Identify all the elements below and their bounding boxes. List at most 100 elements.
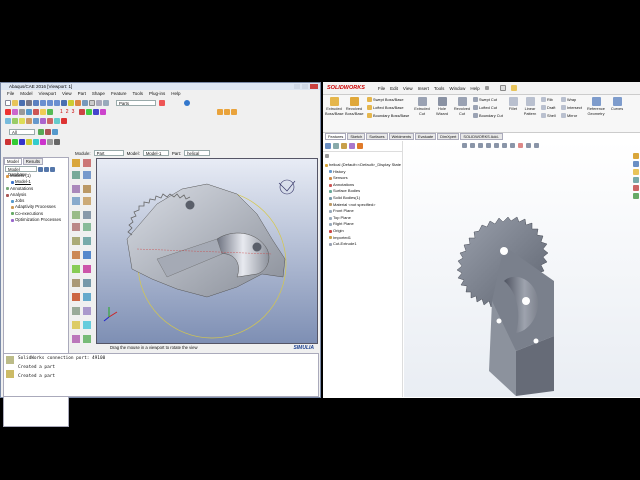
maximize-button[interactable]	[302, 84, 308, 89]
display-tab-icon[interactable]	[357, 143, 363, 149]
boundary-boss-button[interactable]: Boundary Boss/Base	[367, 113, 409, 118]
wrap-button[interactable]: Wrap	[561, 97, 576, 102]
select-icon[interactable]	[5, 108, 11, 115]
palette2-icon[interactable]	[224, 108, 231, 115]
tab-features[interactable]: Features	[325, 133, 347, 140]
hidden-icon[interactable]	[96, 99, 102, 106]
print-icon[interactable]	[26, 99, 32, 106]
kernel-icon[interactable]	[6, 370, 14, 378]
tree-item-cut-extrude1[interactable]: Cut-Extrude1	[325, 241, 402, 248]
perspective-icon[interactable]	[103, 99, 109, 106]
tree-item-surface-bodies[interactable]: Surface Bodies	[325, 188, 402, 195]
menu-plugins[interactable]: Plug-ins	[149, 90, 165, 97]
query-icon[interactable]	[19, 108, 25, 115]
model-select[interactable]: Model-1	[142, 150, 169, 156]
tree-filter-icon[interactable]	[50, 166, 55, 172]
close-button[interactable]	[310, 84, 318, 89]
refpoint-icon[interactable]	[100, 108, 107, 115]
check-icon[interactable]	[19, 117, 25, 124]
merge-icon[interactable]	[40, 117, 46, 124]
dimxpert-tab-icon[interactable]	[349, 143, 355, 149]
curves-button[interactable]: Curves	[609, 97, 625, 112]
revolved-boss-button[interactable]: Revolved Boss/Base	[345, 97, 364, 116]
tree-header-select[interactable]: Model Database	[5, 166, 37, 177]
tab-sketch[interactable]: Sketch	[347, 133, 366, 140]
front-view-icon[interactable]	[75, 99, 81, 106]
menu-view[interactable]: View	[62, 90, 72, 97]
datum-icon[interactable]	[79, 108, 86, 115]
hole-wizard-button[interactable]: Hole Wizard	[433, 97, 451, 116]
sw-menu-edit[interactable]: Edit	[390, 86, 398, 91]
abaqus-viewport[interactable]	[96, 158, 318, 344]
replace-icon[interactable]	[26, 108, 32, 115]
shaded-icon[interactable]	[82, 99, 88, 106]
draft-button[interactable]: Draft	[541, 105, 555, 110]
tool-number-3[interactable]: 3	[72, 109, 75, 115]
swap-icon[interactable]	[40, 108, 46, 115]
menu-viewport[interactable]: Viewport	[39, 90, 56, 97]
tree-item-sensors[interactable]: Sensors	[325, 175, 402, 182]
hide-icon[interactable]	[45, 128, 51, 135]
menu-part[interactable]: Part	[78, 90, 86, 97]
color-inst-icon[interactable]	[40, 138, 46, 145]
tree-item-right-plane[interactable]: Right Plane	[325, 221, 402, 228]
remove-icon[interactable]	[33, 108, 39, 115]
tree-item-top-plane[interactable]: Top Plane	[325, 215, 402, 222]
pin-icon[interactable]	[484, 86, 489, 90]
pan-icon[interactable]	[33, 99, 39, 106]
menu-shape[interactable]: Shape	[92, 90, 105, 97]
palette-icon[interactable]	[217, 108, 224, 115]
color-edit-icon[interactable]	[54, 138, 60, 145]
tool-number-2[interactable]: 2	[66, 109, 69, 115]
lofted-boss-button[interactable]: Lofted Boss/Base	[367, 105, 404, 110]
select-box-icon[interactable]	[12, 108, 18, 115]
sw-menu-view[interactable]: View	[403, 86, 413, 91]
part-select[interactable]: helical	[184, 150, 211, 156]
revolved-cut-button[interactable]: Revolved Cut	[453, 97, 471, 116]
show-icon[interactable]	[38, 128, 44, 135]
cut-icon[interactable]	[47, 117, 53, 124]
info-icon[interactable]	[184, 99, 190, 106]
reference-geometry-button[interactable]: Reference Geometry	[585, 97, 607, 116]
tree-root-helical[interactable]: helical (Default<<Default>_Display State	[325, 162, 402, 169]
rotate-icon[interactable]	[40, 99, 46, 106]
sw-menu-file[interactable]: File	[378, 86, 385, 91]
tree-item-material[interactable]: Material <not specified>	[325, 202, 402, 209]
color-mat-icon[interactable]	[26, 138, 32, 145]
sw-open-icon[interactable]	[510, 85, 517, 91]
open-icon[interactable]	[12, 99, 18, 106]
tree-item-history[interactable]: History	[325, 169, 402, 176]
module-select[interactable]: Part	[93, 150, 124, 156]
save-icon[interactable]	[19, 99, 25, 106]
assign-icon[interactable]	[33, 117, 39, 124]
menu-help[interactable]: Help	[171, 90, 180, 97]
color-sec-icon[interactable]	[33, 138, 39, 145]
swept-cut-button[interactable]: Swept Cut	[473, 97, 497, 102]
fit-icon[interactable]	[61, 99, 67, 106]
feature-tree-tab-icon[interactable]	[325, 143, 331, 149]
sw-new-icon[interactable]	[499, 85, 506, 91]
sw-menu-help[interactable]: Help	[470, 86, 479, 91]
edit-icon[interactable]	[54, 117, 60, 124]
linear-pattern-button[interactable]: Linear Pattern	[521, 97, 539, 116]
partition-icon[interactable]	[26, 117, 32, 124]
color-icon[interactable]	[159, 99, 165, 106]
filter-icon[interactable]	[325, 154, 329, 158]
tree-item-optimization[interactable]: Optimization Processes	[6, 217, 68, 223]
tree-item-imported1[interactable]: Imported1	[325, 235, 402, 242]
tab-weldments[interactable]: Weldments	[388, 133, 415, 140]
tree-item-solid-bodies[interactable]: Solid Bodies(1)	[325, 195, 402, 202]
sw-menu-insert[interactable]: Insert	[418, 86, 429, 91]
swept-boss-button[interactable]: Swept Boss/Base	[367, 97, 404, 102]
toolbox-icon-grid[interactable]	[72, 159, 91, 343]
tab-dimxpert[interactable]: DimXpert	[437, 133, 460, 140]
color-part-icon[interactable]	[19, 138, 25, 145]
iso-view-icon[interactable]	[68, 99, 74, 106]
filter-icon[interactable]	[52, 128, 58, 135]
solidworks-graphics-area[interactable]	[404, 141, 640, 397]
property-tab-icon[interactable]	[333, 143, 339, 149]
color-code-icon[interactable]	[5, 138, 11, 145]
extruded-cut-button[interactable]: Extruded Cut	[413, 97, 431, 116]
layer-icon[interactable]	[47, 108, 53, 115]
wireframe-icon[interactable]	[89, 99, 95, 106]
